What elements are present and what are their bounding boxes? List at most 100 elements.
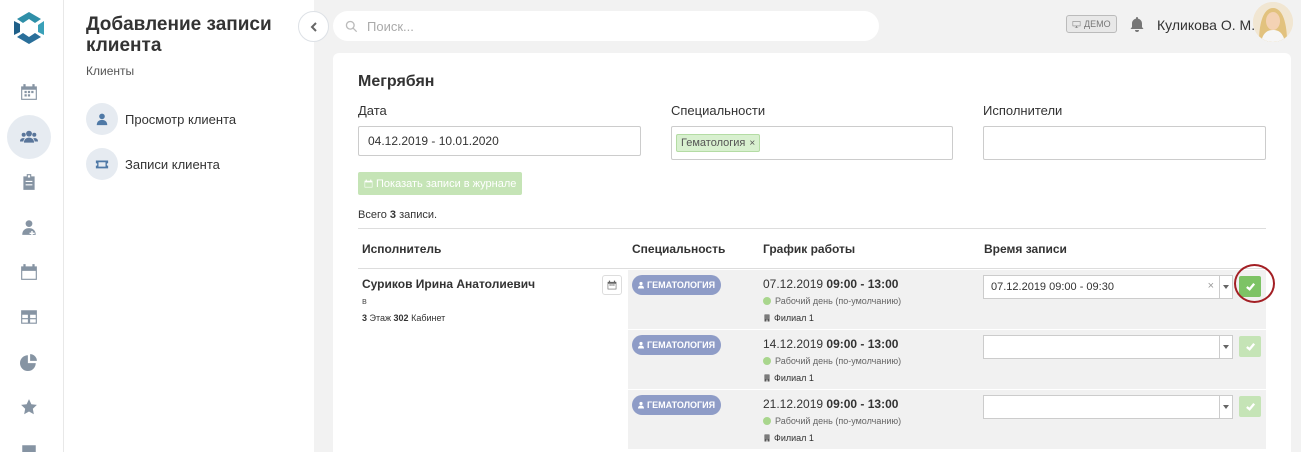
rail-chat[interactable] — [7, 430, 51, 452]
specialty-tag-remove[interactable]: × — [749, 138, 755, 149]
clipboard-icon — [23, 174, 35, 190]
doctor-icon — [638, 341, 644, 349]
specialties-label: Специальности — [671, 103, 766, 118]
users-icon — [20, 130, 38, 143]
building-icon — [764, 314, 770, 322]
table-row: ГЕМАТОЛОГИЯ 14.12.2019 09:00 - 13:00 Раб… — [628, 330, 1266, 389]
executors-field[interactable] — [983, 126, 1266, 160]
breadcrumb[interactable]: Клиенты — [86, 64, 134, 78]
rail-tables[interactable] — [7, 295, 51, 339]
time-select[interactable] — [983, 335, 1233, 359]
status-dot — [763, 357, 771, 365]
col-time: Время записи — [984, 242, 1067, 256]
ticket-icon — [95, 160, 109, 169]
demo-label: ДЕМО — [1084, 19, 1111, 29]
executor-calendar-button[interactable] — [602, 275, 622, 295]
chevron-down-icon[interactable] — [1219, 336, 1232, 358]
doctor-icon — [22, 220, 36, 235]
calendar-icon — [364, 179, 373, 188]
show-in-journal-button[interactable]: Показать записи в журнале — [358, 172, 523, 195]
page-title: Добавление записи клиента — [86, 14, 272, 56]
client-records-label: Записи клиента — [125, 156, 220, 172]
search-input[interactable] — [367, 18, 847, 34]
records-total: Всего 3 записи. — [358, 209, 438, 221]
col-executor: Исполнитель — [362, 242, 442, 256]
user-name[interactable]: Куликова О. М. — [1157, 17, 1255, 33]
slot-branch: Филиал 1 — [763, 373, 814, 383]
slot-date: 21.12.2019 09:00 - 13:00 — [763, 397, 899, 411]
time-select[interactable]: 07.12.2019 09:00 - 09:30 × — [983, 275, 1233, 299]
rail-schedule[interactable] — [7, 250, 51, 294]
slot-branch: Филиал 1 — [763, 313, 814, 323]
chat-icon — [22, 445, 36, 452]
chevron-down-icon[interactable] — [1219, 276, 1232, 298]
col-schedule: График работы — [763, 242, 856, 256]
slot-branch: Филиал 1 — [763, 433, 814, 443]
client-records-link[interactable]: Записи клиента — [86, 148, 220, 180]
chevron-left-icon — [310, 21, 317, 32]
clear-time-button[interactable]: × — [1208, 280, 1214, 292]
calendar-icon — [607, 280, 617, 290]
status-dot — [763, 417, 771, 425]
rail-reports[interactable] — [7, 340, 51, 384]
check-icon — [1245, 403, 1255, 411]
time-select[interactable] — [983, 395, 1233, 419]
logo-icon[interactable] — [11, 10, 47, 46]
bell-icon[interactable] — [1129, 16, 1145, 32]
specialty-badge: ГЕМАТОЛОГИЯ — [632, 395, 722, 415]
executor-name: Суриков Ирина Анатолиевич — [362, 277, 536, 291]
specialties-field[interactable]: Гематология × — [671, 126, 953, 160]
time-select-value: 07.12.2019 09:00 - 09:30 — [991, 281, 1114, 293]
rail-calendar[interactable] — [7, 70, 51, 114]
calendar-icon — [21, 84, 37, 100]
confirm-slot-button[interactable] — [1239, 336, 1261, 357]
doctor-icon — [638, 401, 644, 409]
client-name-title: Мегрябян — [358, 73, 435, 90]
collapse-panel-button[interactable] — [298, 11, 329, 42]
demo-badge[interactable]: ДЕМО — [1066, 15, 1117, 33]
star-icon — [21, 399, 37, 415]
status-dot — [763, 297, 771, 305]
show-in-journal-label: Показать записи в журнале — [376, 177, 517, 190]
view-client-link[interactable]: Просмотр клиента — [86, 103, 236, 135]
executors-label: Исполнители — [983, 103, 1063, 118]
rail-clients[interactable] — [7, 115, 51, 159]
avatar-image — [1253, 2, 1293, 42]
avatar[interactable] — [1253, 2, 1293, 42]
specialty-tag: Гематология × — [676, 134, 761, 152]
slot-day-type: Рабочий день (по-умолчанию) — [763, 356, 901, 366]
date-range-field[interactable]: 04.12.2019 - 10.01.2020 — [358, 126, 641, 156]
col-specialty: Специальность — [632, 242, 726, 256]
doctor-icon — [638, 281, 644, 289]
confirm-slot-button[interactable] — [1239, 396, 1261, 417]
search-icon — [345, 20, 358, 32]
view-client-label: Просмотр клиента — [125, 111, 237, 127]
calendar-alt-icon — [21, 264, 37, 280]
slot-day-type: Рабочий день (по-умолчанию) — [763, 296, 901, 306]
table-row: ГЕМАТОЛОГИЯ 07.12.2019 09:00 - 13:00 Раб… — [628, 270, 1266, 329]
chevron-down-icon[interactable] — [1219, 396, 1232, 418]
highlight-ring — [1234, 264, 1275, 303]
side-panel: Добавление записи клиента Клиенты Просмо… — [64, 0, 314, 452]
divider — [358, 268, 1266, 269]
appointment-form-card: Мегрябян Дата 04.12.2019 - 10.01.2020 Сп… — [333, 53, 1291, 452]
table-row: ГЕМАТОЛОГИЯ 21.12.2019 09:00 - 13:00 Раб… — [628, 390, 1266, 449]
user-icon — [96, 113, 108, 126]
slot-date: 14.12.2019 09:00 - 13:00 — [763, 337, 899, 351]
divider — [358, 228, 1266, 229]
building-icon — [764, 374, 770, 382]
icon-rail — [0, 0, 64, 452]
search-bar[interactable] — [333, 11, 879, 41]
pie-chart-icon — [20, 354, 37, 371]
rail-favorites[interactable] — [7, 385, 51, 429]
slot-date: 07.12.2019 09:00 - 13:00 — [763, 277, 899, 291]
check-icon — [1245, 343, 1255, 351]
date-range-value: 04.12.2019 - 10.01.2020 — [368, 134, 499, 148]
rail-clipboard[interactable] — [7, 160, 51, 204]
rail-doctors[interactable] — [7, 205, 51, 249]
specialty-badge: ГЕМАТОЛОГИЯ — [632, 275, 722, 295]
building-icon — [764, 434, 770, 442]
executor-sub: в — [362, 296, 367, 306]
date-label: Дата — [358, 103, 387, 118]
table-icon — [21, 310, 37, 324]
